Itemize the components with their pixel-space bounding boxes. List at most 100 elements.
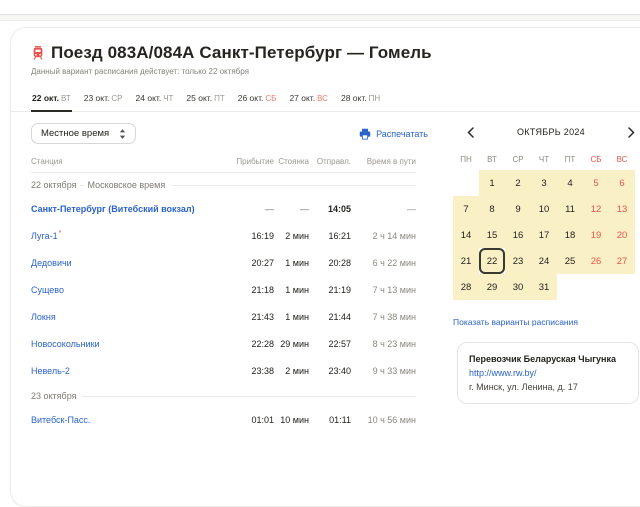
calendar-day[interactable]: 19 — [583, 222, 609, 248]
section-date: 23 октября — [31, 391, 76, 401]
elapsed-time: 2 ч 14 мин — [351, 231, 416, 241]
calendar-day[interactable]: 30 — [505, 274, 531, 300]
table-header-row: Станция Прибытие Стоянка Отправл. Время … — [31, 157, 416, 166]
calendar-day[interactable]: 9 — [505, 196, 531, 222]
stop-duration: 10 мин — [274, 415, 309, 425]
weekday-header-row: ПНВТСРЧТПТСБВС — [453, 151, 640, 167]
station-link[interactable]: Невель-2 — [31, 366, 70, 376]
date-tab[interactable]: 23 окт.СР — [83, 88, 124, 111]
tab-date: 24 окт. — [136, 93, 162, 103]
calendar-day[interactable]: 27 — [609, 248, 635, 274]
calendar-day[interactable]: 23 — [505, 248, 531, 274]
calendar-day[interactable]: 22 — [479, 248, 505, 274]
tab-weekday: ПН — [369, 94, 381, 103]
station-row: Сущево 21:18 1 мин 21:19 7 ч 13 мин — [31, 276, 416, 303]
page-title: Поезд 083А/084А Санкт-Петербург — Гомель — [51, 43, 432, 63]
station-link[interactable]: Дедовичи — [31, 258, 72, 268]
station-row: Невель-2 23:38 2 мин 23:40 9 ч 33 мин — [31, 357, 416, 384]
stop-duration: 29 мин — [274, 339, 309, 349]
elapsed-time: 6 ч 22 мин — [351, 258, 416, 268]
calendar-day[interactable]: 10 — [531, 196, 557, 222]
date-tab[interactable]: 25 окт.ПТ — [185, 88, 225, 111]
calendar-day[interactable]: 25 — [557, 248, 583, 274]
tab-date: 25 окт. — [186, 93, 212, 103]
station-footnote-mark: * — [59, 230, 62, 237]
station-cell: Дедовичи — [31, 258, 204, 268]
station-link[interactable]: Новосокольники — [31, 339, 100, 349]
calendar-day[interactable]: 5 — [583, 170, 609, 196]
weekday-header: ПТ — [557, 151, 583, 167]
calendar-day[interactable]: 16 — [505, 222, 531, 248]
tab-weekday: ЧТ — [163, 94, 173, 103]
tab-date: 23 окт. — [84, 93, 110, 103]
departure-time: 23:40 — [309, 366, 351, 376]
departure-time: 01:11 — [309, 415, 351, 425]
calendar-day[interactable]: 20 — [609, 222, 635, 248]
station-cell: Луга-1* — [31, 230, 204, 241]
elapsed-time: 7 ч 38 мин — [351, 312, 416, 322]
calendar-day[interactable]: 13 — [609, 196, 635, 222]
date-tab[interactable]: 24 окт.ЧТ — [135, 88, 175, 111]
calendar-next-button[interactable] — [626, 125, 637, 140]
calendar-day[interactable]: 21 — [453, 248, 479, 274]
calendar-day[interactable]: 17 — [531, 222, 557, 248]
schedule-validity-note: Данный вариант расписания действует: тол… — [31, 67, 640, 76]
calendar-day[interactable]: 6 — [609, 170, 635, 196]
section-divider-line — [171, 185, 416, 186]
stop-duration: 1 мин — [274, 312, 309, 322]
section-dot: · — [80, 180, 83, 190]
calendar-day — [453, 170, 479, 196]
calendar-day[interactable]: 1 — [479, 170, 505, 196]
train-schedule-card: Поезд 083А/084А Санкт-Петербург — Гомель… — [10, 27, 640, 507]
calendar-day[interactable]: 29 — [479, 274, 505, 300]
show-schedule-variants-link[interactable]: Показать варианты расписания — [453, 317, 578, 327]
station-link[interactable]: Витебск-Пасс. — [31, 415, 90, 425]
departure-time: 22:57 — [309, 339, 351, 349]
station-link[interactable]: Санкт-Петербург (Витебский вокзал) — [31, 204, 195, 214]
date-tab[interactable]: 22 окт.ВТ — [31, 88, 72, 111]
calendar-day[interactable]: 28 — [453, 274, 479, 300]
calendar-prev-button[interactable] — [465, 125, 476, 140]
station-link[interactable]: Локня — [31, 312, 56, 322]
date-tab[interactable]: 28 окт.ПН — [340, 88, 381, 111]
weekday-header: СР — [505, 151, 531, 167]
stop-duration: 2 мин — [274, 366, 309, 376]
calendar-day[interactable]: 2 — [505, 170, 531, 196]
table-header-divider — [31, 172, 416, 173]
calendar-day[interactable]: 4 — [557, 170, 583, 196]
calendar-day[interactable]: 12 — [583, 196, 609, 222]
carrier-title: Перевозчик Беларуская Чыгунка — [469, 352, 627, 366]
station-link[interactable]: Луга-1 — [31, 231, 58, 241]
calendar-day[interactable]: 7 — [453, 196, 479, 222]
calendar-day[interactable]: 14 — [453, 222, 479, 248]
station-row: Новосокольники 22:28 29 мин 22:57 8 ч 23… — [31, 330, 416, 357]
calendar-day[interactable]: 3 — [531, 170, 557, 196]
carrier-url-link[interactable]: http://www.rw.by/ — [469, 366, 627, 380]
tab-weekday: СБ — [265, 94, 276, 103]
date-tab[interactable]: 26 окт.СБ — [237, 88, 278, 111]
arrival-time: 21:18 — [204, 285, 274, 295]
calendar: ОКТЯБРЬ 2024 ПНВТСРЧТПТСБВС 123456789101… — [451, 124, 640, 300]
print-button[interactable]: Распечатать — [359, 128, 428, 140]
time-mode-select[interactable]: Местное время — [31, 123, 136, 144]
tab-weekday: СР — [111, 94, 122, 103]
schedule-column: Местное время Распечатать Станция Прибыт… — [11, 123, 428, 433]
station-row: Дедовичи 20:27 1 мин 20:28 6 ч 22 мин — [31, 249, 416, 276]
tab-weekday: ПТ — [214, 94, 225, 103]
calendar-day[interactable]: 15 — [479, 222, 505, 248]
train-icon — [31, 45, 45, 61]
calendar-day[interactable]: 26 — [583, 248, 609, 274]
weekday-header: СБ — [583, 151, 609, 167]
calendar-day[interactable]: 8 — [479, 196, 505, 222]
calendar-day[interactable]: 18 — [557, 222, 583, 248]
date-tab[interactable]: 27 окт.ВС — [288, 88, 329, 111]
col-header-stop: Стоянка — [274, 157, 309, 166]
calendar-day[interactable]: 31 — [531, 274, 557, 300]
calendar-day[interactable]: 11 — [557, 196, 583, 222]
tab-date: 22 окт. — [32, 93, 59, 103]
station-link[interactable]: Сущево — [31, 285, 64, 295]
col-header-elapsed: Время в пути — [351, 157, 416, 166]
weekday-header: ВС — [609, 151, 635, 167]
calendar-day[interactable]: 24 — [531, 248, 557, 274]
time-mode-value: Местное время — [41, 128, 109, 139]
